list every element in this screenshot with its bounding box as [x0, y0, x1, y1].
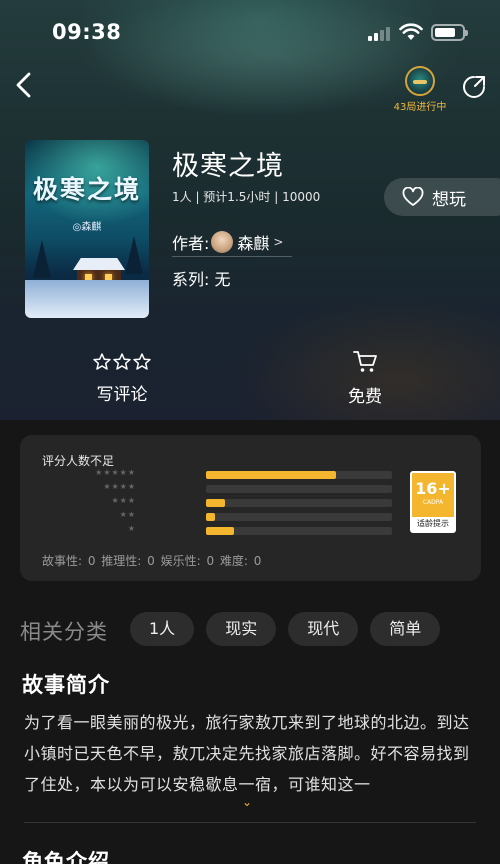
series-row: 系列: 无: [172, 266, 231, 290]
rating-bar-fill: [206, 471, 337, 479]
rating-bar-track: [206, 485, 392, 493]
rating-card: 评分人数不足 ★★★★★ ★★★★ ★★★ ★★ ★ 故事性: 0 推理性: 0 娱乐性…: [20, 435, 481, 581]
hero-section: 09:38 43局进行中 极寒之境 ◎森麒 极寒之境 1人 | 预计1.5小时 …: [0, 0, 500, 420]
rating-bar-stars: ★: [127, 524, 136, 533]
rating-bar-track: [206, 527, 392, 535]
rating-title: 评分人数不足: [42, 454, 115, 468]
rating-bar-row: ★★★: [111, 496, 396, 507]
category-tag[interactable]: 现实: [206, 612, 277, 646]
series-value: 无: [214, 270, 231, 289]
rating-bar-fill: [206, 527, 234, 535]
synopsis-text: 为了看一眼美丽的极光，旅行家敖兀来到了地球的北边。到达小镇时已天色不早，敖兀决定…: [24, 713, 470, 794]
game-title: 极寒之境: [172, 151, 284, 182]
write-review-label: 写评论: [96, 385, 148, 405]
rating-bar-track: [206, 499, 392, 507]
battery-icon: [431, 24, 468, 41]
author-underline: [172, 256, 292, 257]
rating-bar-track: [206, 471, 392, 479]
game-meta: 1人 | 预计1.5小时 | 10000: [172, 190, 321, 204]
characters-heading: 角色介绍: [22, 850, 110, 864]
free-label: 免费: [348, 387, 382, 407]
synopsis-heading: 故事简介: [22, 673, 110, 697]
rating-bar-stars: ★★★★: [103, 482, 136, 491]
age-rating-number: 16+: [415, 479, 451, 498]
active-games-count: 43局进行中: [393, 102, 447, 113]
free-button[interactable]: 免费: [330, 350, 400, 407]
signal-icon: [368, 25, 390, 41]
heart-icon: [402, 187, 424, 206]
rating-bar-stars: ★★★★★: [95, 468, 136, 477]
rating-bar-row: ★★: [120, 510, 396, 521]
rating-bar-stars: ★★★: [111, 496, 136, 505]
want-to-play-button[interactable]: 想玩: [384, 178, 500, 216]
cover-title: 极寒之境: [32, 175, 141, 204]
rating-bar-row: ★★★★★: [95, 468, 396, 479]
rating-bar-stars: ★★: [119, 510, 136, 519]
cover-author: ◎森麒: [72, 222, 102, 233]
divider: [24, 822, 476, 823]
category-tag[interactable]: 1人: [130, 612, 195, 646]
category-tag[interactable]: 现代: [288, 612, 359, 646]
share-icon[interactable]: [461, 74, 487, 100]
author-label: 作者:: [172, 234, 210, 253]
game-cover[interactable]: 极寒之境 ◎森麒: [25, 140, 149, 318]
chevron-right-icon: >: [273, 235, 284, 249]
chevron-down-icon[interactable]: ⌄: [242, 795, 252, 809]
rating-bar-track: [206, 513, 392, 521]
want-to-play-label: 想玩: [432, 189, 466, 210]
wifi-icon: [399, 23, 423, 40]
status-time: 09:38: [52, 20, 122, 44]
author-name: 森麒: [237, 234, 270, 253]
category-tag[interactable]: 简单: [370, 612, 441, 646]
avatar: [211, 231, 234, 253]
cart-icon: [353, 351, 377, 372]
age-rating-tip: 适龄提示: [412, 517, 454, 531]
status-bar: 09:38: [0, 0, 500, 66]
star-rating-icon: [93, 353, 151, 370]
rating-bar-row: ★★★★: [103, 482, 396, 493]
chevron-left-icon[interactable]: [10, 70, 40, 100]
series-label: 系列:: [172, 270, 210, 289]
author-link[interactable]: 作者: 森麒 >: [172, 230, 283, 254]
age-rating-org: CADPA: [422, 499, 444, 506]
rating-bar-fill: [206, 499, 225, 507]
rating-bar-row: ★: [128, 524, 396, 535]
game-badge-icon: [405, 66, 435, 96]
write-review-button[interactable]: 写评论: [84, 352, 160, 405]
category-tags: 1人 现实 现代 简单: [130, 612, 441, 646]
category-heading: 相关分类: [20, 620, 108, 644]
age-rating-badge[interactable]: 16+ CADPA 适龄提示: [410, 471, 456, 533]
active-games-badge[interactable]: 43局进行中: [388, 66, 452, 113]
rating-bar-fill: [206, 513, 216, 521]
rating-stats: 故事性: 0 推理性: 0 娱乐性: 0 难度: 0: [42, 554, 262, 568]
